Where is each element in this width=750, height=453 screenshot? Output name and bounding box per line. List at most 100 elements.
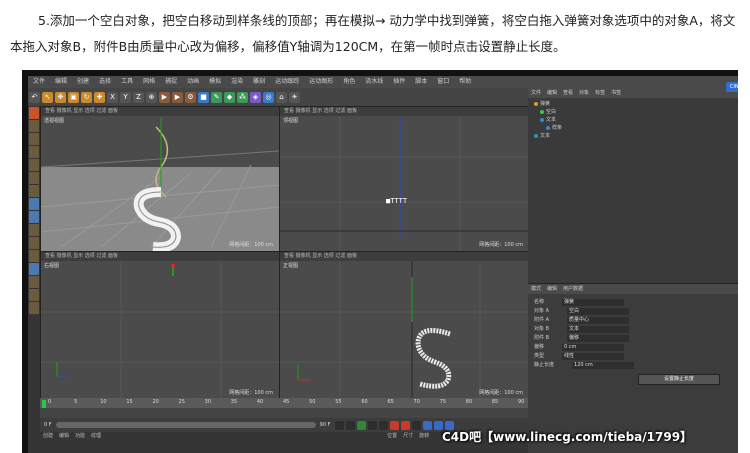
tab-objects-object[interactable]: 对象: [576, 88, 592, 98]
tweak-mode-icon[interactable]: [29, 237, 39, 249]
sculpt-mode-icon[interactable]: [29, 250, 39, 262]
frame-range-slider[interactable]: [55, 422, 316, 428]
recent-tool-icon[interactable]: ✚: [94, 91, 105, 103]
object-a-field[interactable]: 空白: [567, 308, 630, 315]
object-row-text[interactable]: 文本: [528, 116, 738, 124]
menu-help[interactable]: 帮助: [454, 76, 476, 88]
model-mode-icon[interactable]: [29, 120, 39, 132]
right-viewport[interactable]: 查看 摄像机 显示 选项 过滤 面板 右视图 网格间距：100 cm: [40, 251, 280, 400]
rotate-tool-icon[interactable]: ↻: [81, 91, 92, 103]
pen-icon[interactable]: ✎: [211, 91, 222, 103]
end-frame[interactable]: 90 F: [320, 422, 331, 428]
tab-edit[interactable]: 编辑: [56, 432, 72, 440]
front-viewport[interactable]: 查看 摄像机 显示 选项 过滤 面板 正视图 网格间距：100 cm: [279, 251, 530, 400]
points-mode-icon[interactable]: [29, 159, 39, 171]
scale-tool-icon[interactable]: ▣: [68, 91, 79, 103]
menu-tools[interactable]: 工具: [116, 76, 138, 88]
tab-objects-tags[interactable]: 标签: [592, 88, 608, 98]
move-tool-icon[interactable]: ✥: [55, 91, 66, 103]
tab-user-data[interactable]: 用户数据: [560, 284, 586, 294]
tab-objects-edit[interactable]: 编辑: [544, 88, 560, 98]
autokey-icon[interactable]: [401, 420, 411, 430]
go-to-start-icon[interactable]: [335, 420, 345, 430]
menu-character[interactable]: 角色: [338, 76, 360, 88]
y-axis-icon[interactable]: Y: [120, 91, 131, 103]
render-picture-viewer-icon[interactable]: ▶: [172, 91, 183, 103]
next-key-icon[interactable]: [368, 420, 378, 430]
polygons-mode-icon[interactable]: [29, 185, 39, 197]
camera-icon[interactable]: ⌂: [276, 91, 287, 103]
rest-length-field[interactable]: 120 cm: [572, 362, 635, 369]
go-to-end-icon[interactable]: [379, 420, 389, 430]
attachment-a-select[interactable]: 质量中心: [567, 317, 630, 324]
snap-icon[interactable]: [29, 198, 39, 210]
render-view-icon[interactable]: ▶: [159, 91, 170, 103]
menu-render[interactable]: 渲染: [226, 76, 248, 88]
object-row-null[interactable]: 空白: [528, 108, 738, 116]
timeline[interactable]: 0 5 10 15 20 25 30 35 40 45 50 55 60 65 70 75 80 85 90: [40, 398, 528, 418]
current-frame[interactable]: 0 F: [44, 422, 52, 428]
menu-mograph[interactable]: 运动图形: [304, 76, 338, 88]
play-icon[interactable]: [357, 420, 367, 430]
keyframe-selection-icon[interactable]: [412, 420, 422, 430]
menu-simulate[interactable]: 模拟: [204, 76, 226, 88]
subdivision-icon[interactable]: ◆: [224, 91, 235, 103]
render-settings-icon[interactable]: ⚙: [185, 91, 196, 103]
object-row-spring[interactable]: 弹簧: [528, 100, 738, 108]
tab-attr-edit[interactable]: 编辑: [544, 284, 560, 294]
menu-motion-tracker[interactable]: 运动跟踪: [270, 76, 304, 88]
scene-icon[interactable]: ◎: [263, 91, 274, 103]
viewport-solo-icon[interactable]: [29, 276, 39, 288]
tab-texture[interactable]: 纹理: [88, 432, 104, 440]
set-rest-length-button[interactable]: 设置静止长度: [638, 374, 720, 385]
x-axis-icon[interactable]: X: [107, 91, 118, 103]
light-icon[interactable]: ☀: [289, 91, 300, 103]
menu-animate[interactable]: 动画: [182, 76, 204, 88]
perspective-viewport[interactable]: 查看 摄像机 显示 选项 过滤 面板 透视视图 网格间距：100 cm: [40, 106, 280, 252]
array-icon[interactable]: ⁂: [237, 91, 248, 103]
offset-field[interactable]: 0 cm: [562, 344, 625, 351]
name-field[interactable]: 弹簧: [562, 299, 625, 306]
tab-objects-bookmarks[interactable]: 书签: [608, 88, 624, 98]
coordinate-system-icon[interactable]: ⊕: [146, 91, 157, 103]
object-row-spline[interactable]: 样条: [528, 124, 738, 132]
object-row-text-2[interactable]: 文本: [528, 132, 738, 140]
record-icon[interactable]: [390, 420, 400, 430]
tab-mode[interactable]: 模式: [528, 284, 544, 294]
tab-function[interactable]: 功能: [72, 432, 88, 440]
floor-icon[interactable]: [29, 302, 39, 314]
position-key-icon[interactable]: [423, 420, 433, 430]
workplane-mode-icon[interactable]: [29, 146, 39, 158]
prev-key-icon[interactable]: [346, 420, 356, 430]
lock-workplane-icon[interactable]: [29, 224, 39, 236]
menu-snap[interactable]: 捕捉: [160, 76, 182, 88]
menu-pipeline[interactable]: 流水线: [360, 76, 388, 88]
solo-mode-icon[interactable]: [29, 263, 39, 275]
attachment-b-select[interactable]: 偏移: [567, 335, 630, 342]
undo-icon[interactable]: ↶: [29, 91, 40, 103]
parameter-icon[interactable]: [29, 289, 39, 301]
object-b-field[interactable]: 文本: [567, 326, 630, 333]
axis-mode-icon[interactable]: [29, 211, 39, 223]
menu-sculpt[interactable]: 雕刻: [248, 76, 270, 88]
cube-icon[interactable]: ■: [198, 91, 209, 103]
select-tool-icon[interactable]: ↖: [42, 91, 53, 103]
deformer-icon[interactable]: ◈: [250, 91, 261, 103]
menu-window[interactable]: 窗口: [432, 76, 454, 88]
menu-edit[interactable]: 编辑: [50, 76, 72, 88]
texture-mode-icon[interactable]: [29, 133, 39, 145]
menu-file[interactable]: 文件: [28, 76, 50, 88]
z-axis-icon[interactable]: Z: [133, 91, 144, 103]
menu-select[interactable]: 选择: [94, 76, 116, 88]
menu-plugins[interactable]: 插件: [388, 76, 410, 88]
top-viewport[interactable]: 查看 摄像机 显示 选项 过滤 面板 顶视图 ■TTTT 网格间距：100 cm: [279, 106, 530, 252]
menu-script[interactable]: 脚本: [410, 76, 432, 88]
tab-create[interactable]: 创建: [40, 432, 56, 440]
type-select[interactable]: 线性: [562, 353, 625, 360]
menu-mesh[interactable]: 网格: [138, 76, 160, 88]
edges-mode-icon[interactable]: [29, 172, 39, 184]
menu-create[interactable]: 创建: [72, 76, 94, 88]
tab-objects-file[interactable]: 文件: [528, 88, 544, 98]
make-editable-icon[interactable]: [29, 107, 39, 119]
tab-objects-view[interactable]: 查看: [560, 88, 576, 98]
